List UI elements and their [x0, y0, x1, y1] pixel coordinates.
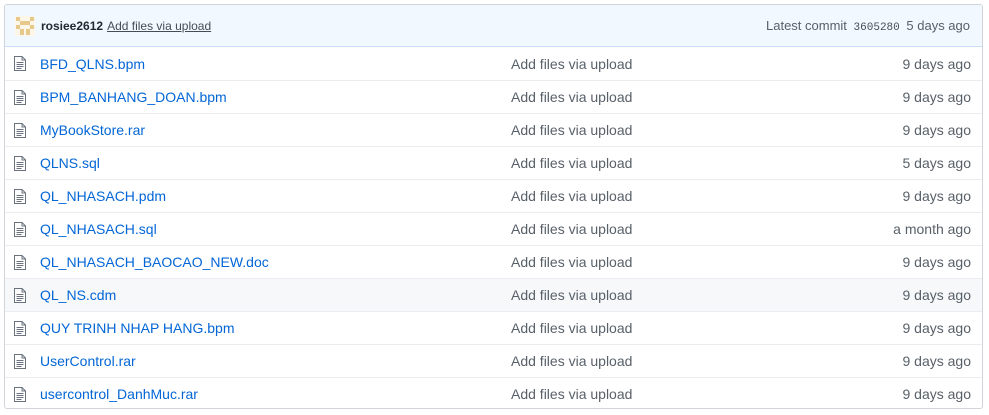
- file-icon: [14, 221, 26, 237]
- file-icon: [14, 188, 26, 204]
- file-icon-cell: [5, 221, 40, 237]
- file-icon-cell: [5, 188, 40, 204]
- file-list: BFD_QLNS.bpm Add files via upload 9 days…: [5, 47, 982, 408]
- file-icon-cell: [5, 155, 40, 171]
- file-row: QUY TRINH NHAP HANG.bpm Add files via up…: [5, 311, 982, 344]
- file-icon: [14, 89, 26, 105]
- file-age: 9 days ago: [902, 287, 972, 303]
- file-icon-cell: [5, 386, 40, 402]
- file-name-link[interactable]: QUY TRINH NHAP HANG.bpm: [40, 320, 511, 336]
- file-commit-message-link[interactable]: Add files via upload: [511, 221, 821, 237]
- file-age: 9 days ago: [902, 353, 972, 369]
- file-row: QLNS.sql Add files via upload 5 days ago: [5, 146, 982, 179]
- file-icon-cell: [5, 254, 40, 270]
- file-commit-message-link[interactable]: Add files via upload: [511, 56, 821, 72]
- file-row: QL_NHASACH.sql Add files via upload a mo…: [5, 212, 982, 245]
- file-icon-cell: [5, 320, 40, 336]
- file-name-link[interactable]: QL_NHASACH_BAOCAO_NEW.doc: [40, 254, 511, 270]
- file-row: BFD_QLNS.bpm Add files via upload 9 days…: [5, 47, 982, 80]
- file-name-link[interactable]: QL_NS.cdm: [40, 287, 511, 303]
- file-name-link[interactable]: QLNS.sql: [40, 155, 511, 171]
- file-icon-cell: [5, 287, 40, 303]
- file-icon: [14, 122, 26, 138]
- latest-commit-info: Latest commit 3605280 5 days ago: [766, 18, 970, 34]
- file-age: 9 days ago: [902, 386, 972, 402]
- file-commit-message-link[interactable]: Add files via upload: [511, 287, 821, 303]
- file-commit-message-link[interactable]: Add files via upload: [511, 188, 821, 204]
- file-row: QL_NHASACH_BAOCAO_NEW.doc Add files via …: [5, 245, 982, 278]
- commit-message-link[interactable]: Add files via upload: [107, 19, 211, 33]
- file-row: QL_NHASACH.pdm Add files via upload 9 da…: [5, 179, 982, 212]
- file-icon: [14, 320, 26, 336]
- file-age: a month ago: [893, 221, 971, 237]
- file-row: QL_NS.cdm Add files via upload 9 days ag…: [5, 278, 982, 311]
- file-commit-message-link[interactable]: Add files via upload: [511, 89, 821, 105]
- file-commit-message-link[interactable]: Add files via upload: [511, 122, 821, 138]
- latest-commit-label: Latest commit: [766, 17, 847, 33]
- file-icon-cell: [5, 353, 40, 369]
- file-name-link[interactable]: QL_NHASACH.pdm: [40, 188, 511, 204]
- file-commit-message-link[interactable]: Add files via upload: [511, 254, 821, 270]
- file-icon-cell: [5, 56, 40, 71]
- file-icon: [14, 353, 26, 369]
- file-commit-message-link[interactable]: Add files via upload: [511, 155, 821, 171]
- file-icon-cell: [5, 89, 40, 105]
- file-age: 9 days ago: [902, 122, 972, 138]
- file-commit-message-link[interactable]: Add files via upload: [511, 320, 821, 336]
- latest-commit-bar: rosiee2612 Add files via upload Latest c…: [5, 5, 982, 47]
- file-icon: [14, 254, 26, 270]
- file-age: 5 days ago: [902, 155, 972, 171]
- file-age: 9 days ago: [902, 89, 972, 105]
- file-icon: [14, 386, 26, 402]
- file-row: UserControl.rar Add files via upload 9 d…: [5, 344, 982, 377]
- commit-author-link[interactable]: rosiee2612: [41, 19, 103, 33]
- file-icon: [14, 155, 26, 171]
- file-commit-message-link[interactable]: Add files via upload: [511, 353, 821, 369]
- file-name-link[interactable]: QL_NHASACH.sql: [40, 221, 511, 237]
- file-name-link[interactable]: usercontrol_DanhMuc.rar: [40, 386, 511, 402]
- file-name-link[interactable]: BFD_QLNS.bpm: [40, 56, 511, 72]
- file-row: usercontrol_DanhMuc.rar Add files via up…: [5, 377, 982, 408]
- file-icon: [14, 56, 26, 71]
- file-name-link[interactable]: MyBookStore.rar: [40, 122, 511, 138]
- file-row: BPM_BANHANG_DOAN.bpm Add files via uploa…: [5, 80, 982, 113]
- file-age: 9 days ago: [902, 55, 972, 72]
- file-name-link[interactable]: UserControl.rar: [40, 353, 511, 369]
- file-age: 9 days ago: [902, 320, 972, 336]
- file-age: 9 days ago: [902, 254, 972, 270]
- identicon-avatar[interactable]: [15, 15, 35, 36]
- file-commit-message-link[interactable]: Add files via upload: [511, 386, 821, 402]
- file-name-link[interactable]: BPM_BANHANG_DOAN.bpm: [40, 89, 511, 105]
- commit-age: 5 days ago: [906, 17, 970, 33]
- file-icon: [14, 287, 26, 303]
- commit-sha-link[interactable]: 3605280: [854, 22, 900, 34]
- file-row: MyBookStore.rar Add files via upload 9 d…: [5, 113, 982, 146]
- file-icon-cell: [5, 122, 40, 138]
- file-browser: rosiee2612 Add files via upload Latest c…: [4, 4, 983, 409]
- file-age: 9 days ago: [902, 188, 972, 204]
